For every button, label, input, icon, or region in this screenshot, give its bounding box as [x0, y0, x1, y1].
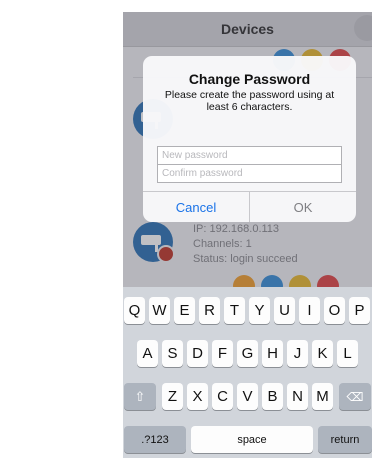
confirm-password-input[interactable] [157, 164, 342, 183]
key-o[interactable]: O [324, 297, 345, 324]
key-v[interactable]: V [237, 383, 258, 410]
phone-screen: Devices IP: 192.168.0.113 Channels: 1 St… [123, 12, 372, 458]
key-n[interactable]: N [287, 383, 308, 410]
key-j[interactable]: J [287, 340, 308, 367]
key-g[interactable]: G [237, 340, 258, 367]
dialog-title: Change Password [188, 71, 311, 87]
key-d[interactable]: D [187, 340, 208, 367]
shift-icon: ⇧ [134, 388, 146, 404]
key-q[interactable]: Q [124, 297, 145, 324]
cancel-button[interactable]: Cancel [143, 192, 249, 222]
key-r[interactable]: R [199, 297, 220, 324]
key-t[interactable]: T [224, 297, 245, 324]
key-l[interactable]: L [337, 340, 358, 367]
key-i[interactable]: I [299, 297, 320, 324]
dialog-message: Please create the password using at leas… [164, 89, 335, 113]
key-p[interactable]: P [349, 297, 370, 324]
delete-icon: ⌫ [346, 389, 364, 404]
return-key[interactable]: return [318, 426, 372, 453]
key-u[interactable]: U [274, 297, 295, 324]
key-x[interactable]: X [187, 383, 208, 410]
key-c[interactable]: C [212, 383, 233, 410]
key-k[interactable]: K [312, 340, 333, 367]
key-z[interactable]: Z [162, 383, 183, 410]
new-password-input[interactable] [157, 146, 342, 165]
key-y[interactable]: Y [249, 297, 270, 324]
ok-button[interactable]: OK [250, 192, 356, 222]
keyboard: Q W E R T Y U I O P A S D F G H J K L ⇧ … [123, 287, 372, 458]
key-w[interactable]: W [149, 297, 170, 324]
key-a[interactable]: A [137, 340, 158, 367]
change-password-dialog: Change Password Please create the passwo… [143, 56, 356, 222]
mode-switch-key[interactable]: .?123 [124, 426, 186, 453]
key-h[interactable]: H [262, 340, 283, 367]
key-m[interactable]: M [312, 383, 333, 410]
delete-key[interactable]: ⌫ [339, 383, 371, 410]
shift-key[interactable]: ⇧ [124, 383, 156, 410]
key-f[interactable]: F [212, 340, 233, 367]
key-s[interactable]: S [162, 340, 183, 367]
key-b[interactable]: B [262, 383, 283, 410]
key-e[interactable]: E [174, 297, 195, 324]
space-key[interactable]: space [191, 426, 313, 453]
